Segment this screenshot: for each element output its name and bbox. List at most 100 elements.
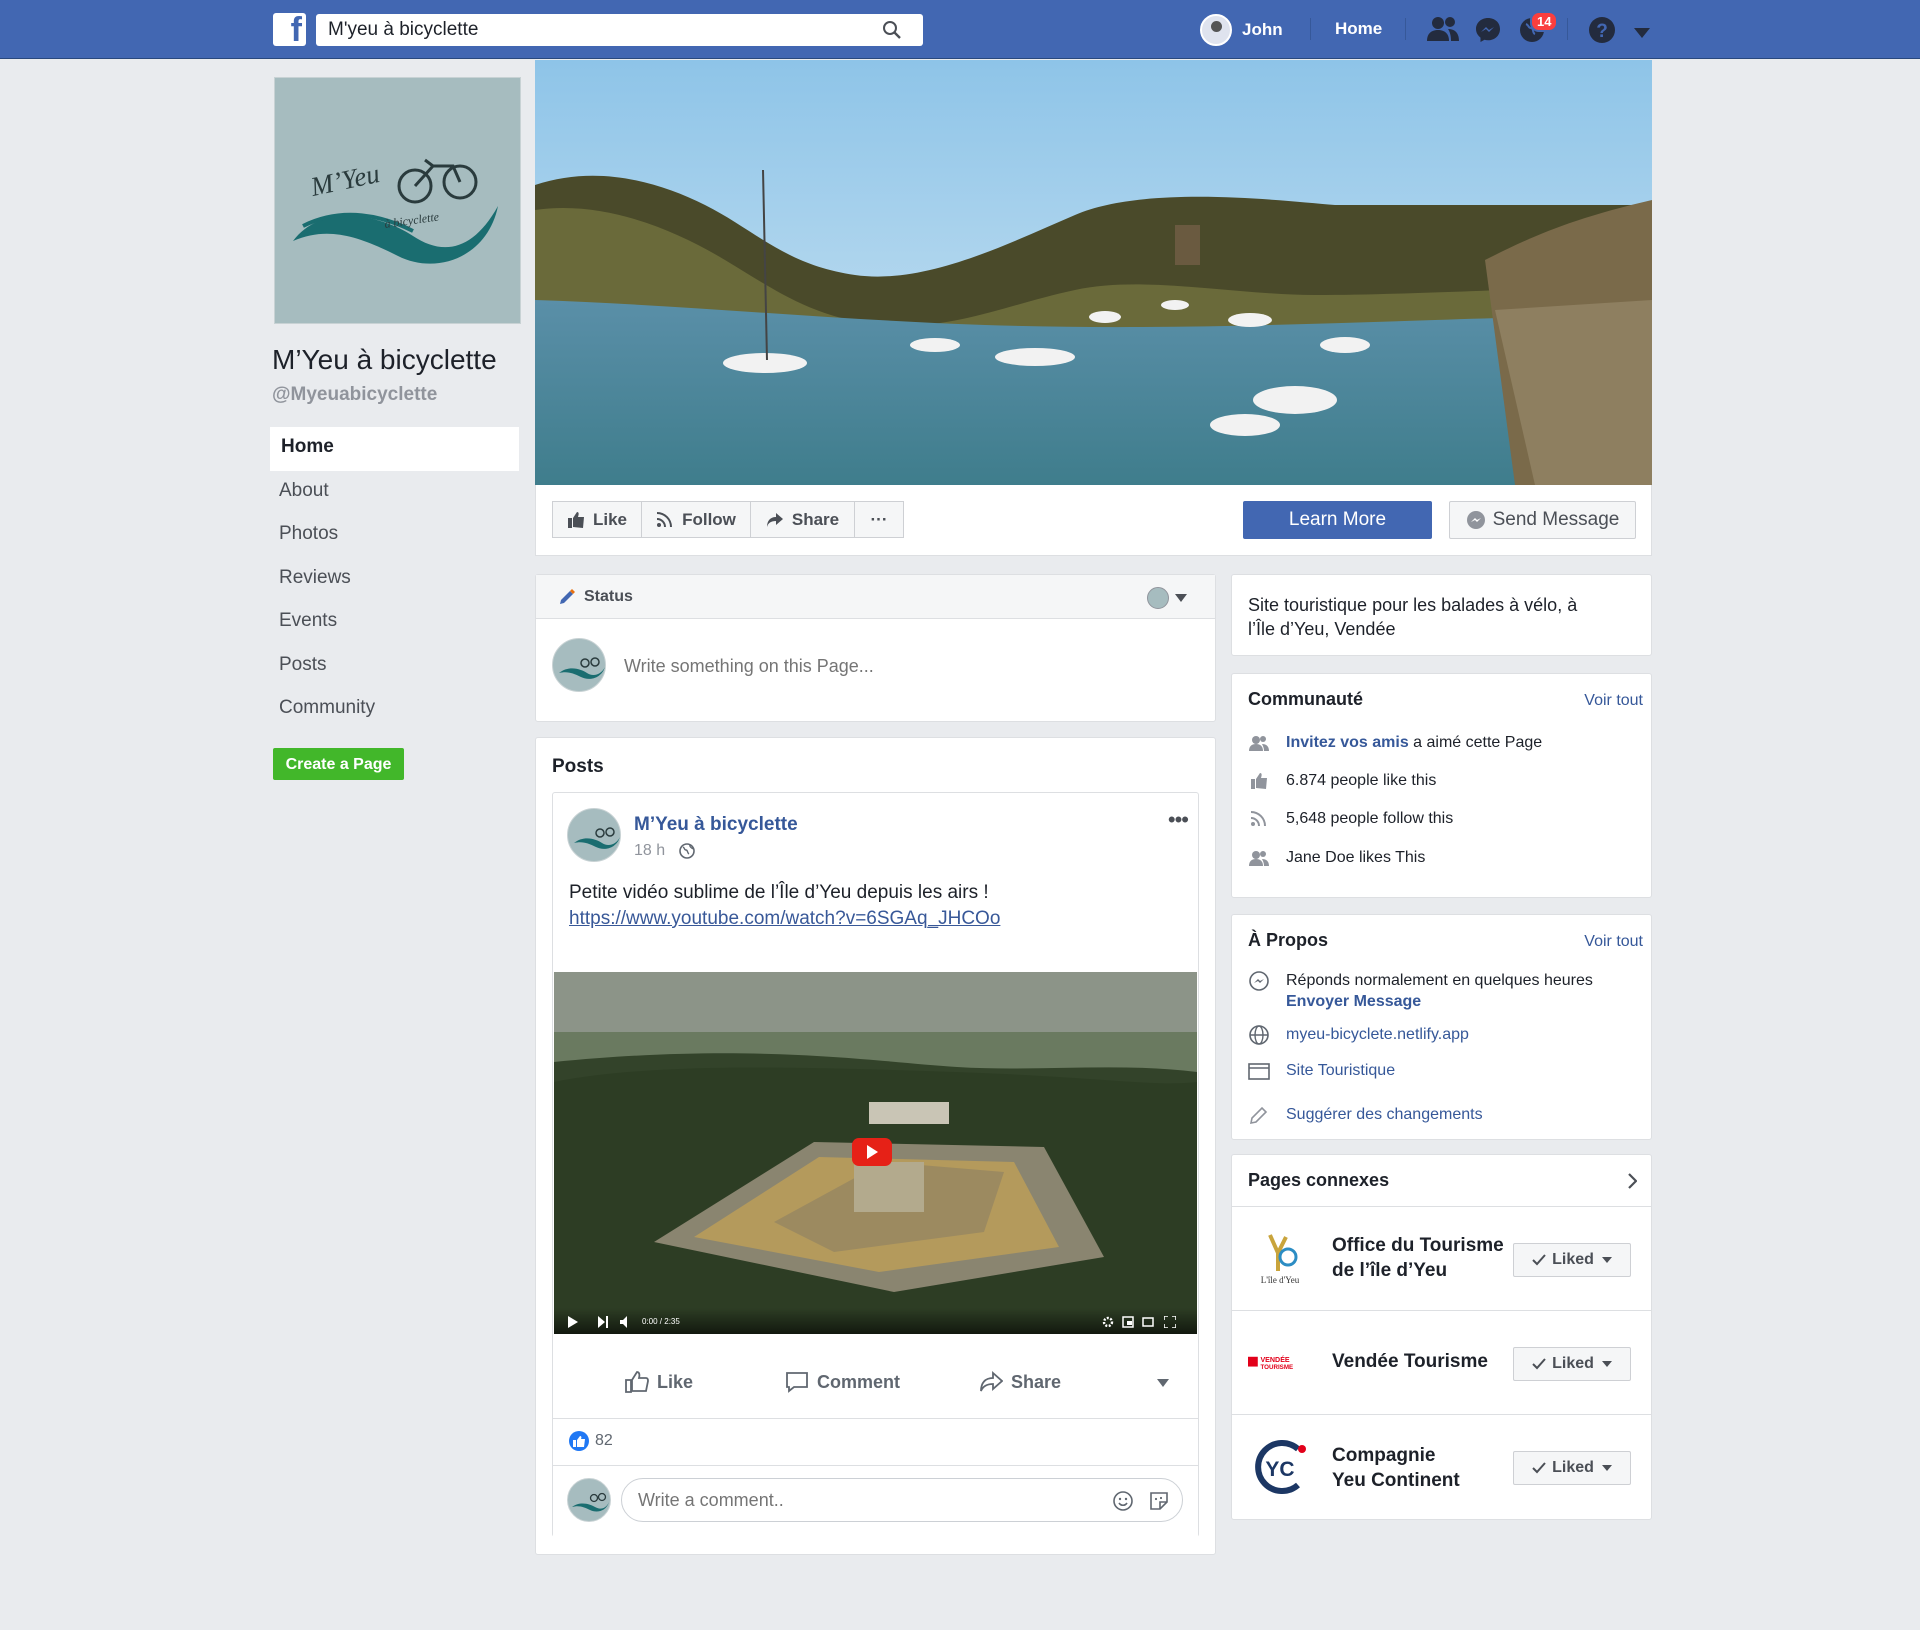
nav-item-reviews[interactable]: Reviews [268,558,519,602]
notification-badge: 14 [1530,11,1559,32]
send-message-link[interactable]: Envoyer Message [1286,993,1421,1010]
vendee-tourisme-logo[interactable]: VENDÉE TOURISME [1248,1331,1312,1395]
post-author-name[interactable]: M’Yeu à bicyclette [634,814,798,836]
related-pages-card: Pages connexes L'île d'Yeu Office du Tou… [1231,1154,1652,1520]
nav-item-posts[interactable]: Posts [268,645,519,689]
chevron-down-icon [1601,1465,1612,1471]
follows-count: 5,648 people follow this [1286,810,1454,827]
fullscreen-icon[interactable] [1164,1316,1176,1328]
messenger-outline-icon [1248,970,1270,992]
related-page-name[interactable]: Office du Tourisme de l’île d’Yeu [1332,1233,1504,1283]
settings-gear-icon[interactable] [1102,1316,1114,1328]
community-title: Communauté [1248,689,1364,709]
liked-button[interactable]: Liked [1513,1243,1631,1277]
search-button[interactable] [861,14,923,46]
share-options-chevron-down-icon[interactable] [1157,1379,1177,1387]
next-icon[interactable] [598,1316,608,1328]
messenger-icon[interactable] [1474,16,1502,49]
related-page-row: L'île d'Yeu Office du Tourisme de l’île … [1232,1207,1651,1311]
nav-item-photos[interactable]: Photos [268,514,519,558]
search-icon [883,21,901,39]
more-options-button[interactable]: ··· [854,501,904,538]
status-composer: Status [535,574,1216,722]
avatar [1200,14,1232,46]
page-avatar-icon [1147,587,1169,609]
svg-text:YC: YC [1265,1458,1294,1481]
category-link[interactable]: Site Touristique [1286,1062,1395,1080]
status-tab[interactable]: Status [536,575,1215,619]
help-icon[interactable]: ? [1588,16,1616,49]
account-menu-chevron-down-icon[interactable] [1634,25,1650,43]
share-arrow-outline-icon [980,1371,1003,1392]
page-description-card: Site touristique pour les balades à vélo… [1231,574,1652,656]
create-page-button[interactable]: Create a Page [273,748,404,780]
divider [1405,18,1406,40]
miniplayer-icon[interactable] [1122,1316,1134,1328]
liked-button[interactable]: Liked [1513,1347,1631,1381]
commenter-avatar [567,1478,611,1522]
post-author-avatar[interactable] [567,808,621,862]
nav-item-community[interactable]: Community [268,688,519,732]
nav-item-home[interactable]: Home [268,427,519,471]
chevron-down-icon [1175,594,1187,602]
nav-item-events[interactable]: Events [268,601,519,645]
search-input[interactable] [326,14,866,46]
volume-icon[interactable] [620,1316,632,1328]
friend-requests-icon[interactable] [1426,16,1460,47]
status-input[interactable] [622,655,1182,678]
response-time-text: Réponds normalement en quelques heures [1286,972,1593,989]
home-link[interactable]: Home [1335,19,1382,39]
theater-mode-icon[interactable] [1142,1316,1154,1328]
invite-friends-link[interactable]: Invitez vos amis [1286,734,1409,751]
profile-link[interactable]: John [1200,14,1283,46]
post-timestamp[interactable]: 18 h [634,842,695,860]
related-page-name[interactable]: Compagnie Yeu Continent [1332,1443,1460,1493]
related-page-name[interactable]: Vendée Tourisme [1332,1349,1488,1374]
page-handle[interactable]: @Myeuabicyclette [272,384,437,406]
page-title[interactable]: M’Yeu à bicyclette [272,344,497,376]
suggest-edits-link[interactable]: Suggérer des changements [1286,1106,1483,1124]
website-link[interactable]: myeu-bicyclete.netlify.app [1286,1026,1469,1044]
yeu-continent-logo[interactable]: YC [1248,1435,1312,1499]
youtube-play-icon[interactable] [852,1138,892,1166]
harbor-cover-image [535,60,1652,485]
post-comment-button[interactable]: Comment [785,1371,900,1393]
post-share-button[interactable]: Share [979,1371,1061,1393]
play-icon[interactable] [568,1316,578,1328]
facebook-logo-icon[interactable]: f [273,11,306,49]
share-page-button[interactable]: Share [750,501,855,538]
post-link[interactable]: https://www.youtube.com/watch?v=6SGAq_JH… [569,906,1000,932]
chevron-down-icon [1601,1361,1612,1367]
chevron-right-icon[interactable] [1627,1173,1637,1189]
svg-text:VENDÉE: VENDÉE [1260,1355,1289,1364]
response-time-row: Réponds normalement en quelques heures E… [1248,970,1593,1012]
send-message-button[interactable]: Send Message [1449,501,1636,539]
emoji-smiley-icon[interactable] [1112,1490,1134,1512]
reaction-summary[interactable]: 82 [569,1431,613,1451]
post-options-icon[interactable]: ••• [1168,807,1189,833]
audience-selector[interactable] [1147,587,1195,609]
top-navigation-bar: f John Home 14 ? [0,0,1920,59]
video-controls: 0:00 / 2:35 [554,1308,1197,1334]
video-player[interactable]: 0:00 / 2:35 [554,972,1197,1334]
cover-photo[interactable] [535,60,1652,485]
likes-count: 6.874 people like this [1286,772,1437,789]
like-page-button[interactable]: Like [552,501,642,538]
svg-text:M’Yeu: M’Yeu [307,158,382,202]
post-like-button[interactable]: Like [625,1371,693,1393]
likes-count-row: 6.874 people like this [1248,772,1436,790]
nav-item-about[interactable]: About [268,471,519,515]
invite-friends-row: Invitez vos amis a aimé cette Page [1248,734,1542,752]
community-see-all-link[interactable]: Voir tout [1584,692,1643,710]
related-pages-header[interactable]: Pages connexes [1232,1155,1651,1207]
suggest-edits-row: Suggérer des changements [1248,1105,1483,1125]
related-pages-title: Pages connexes [1248,1170,1390,1190]
learn-more-button[interactable]: Learn More [1243,501,1432,539]
about-see-all-link[interactable]: Voir tout [1584,933,1643,951]
liked-button[interactable]: Liked [1513,1451,1631,1485]
comment-input[interactable] [636,1479,1066,1521]
follow-button[interactable]: Follow [641,501,751,538]
office-tourisme-logo[interactable]: L'île d'Yeu [1248,1227,1312,1291]
sticker-icon[interactable] [1148,1490,1170,1512]
page-profile-picture[interactable]: M’Yeu à bicyclette [274,77,521,324]
